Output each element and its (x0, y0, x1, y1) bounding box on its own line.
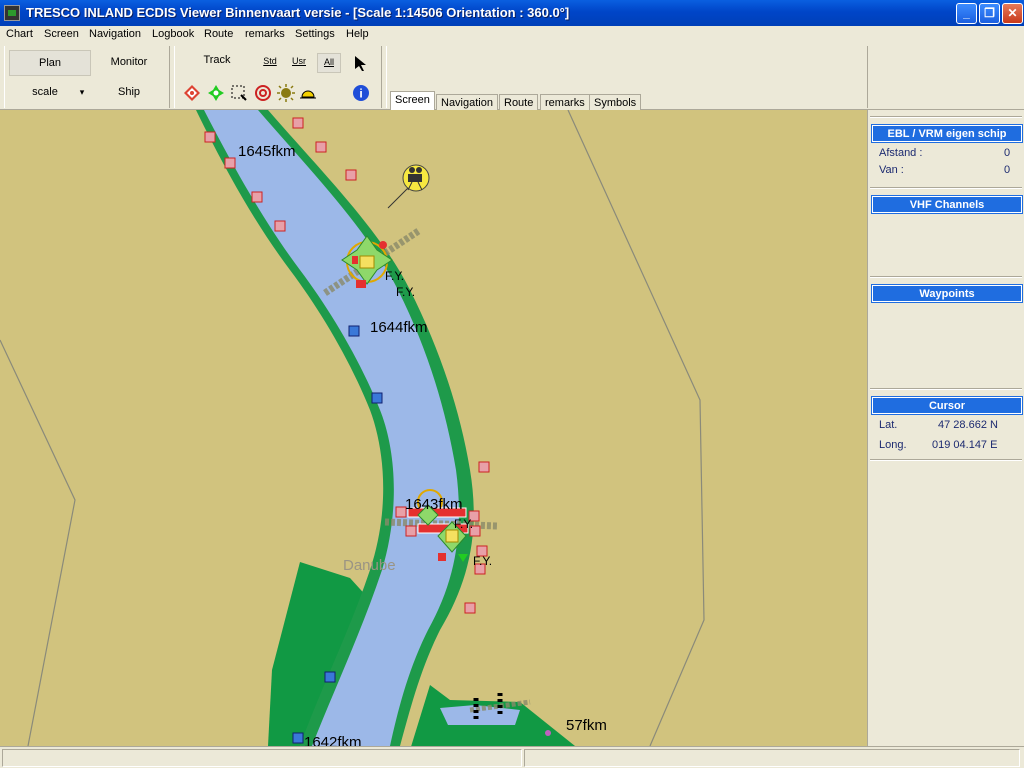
menu-remarks[interactable]: remarks (245, 28, 285, 40)
status-cell-main (2, 749, 522, 767)
plan-button[interactable]: Plan (9, 50, 91, 76)
km-label-1642: 1642fkm (304, 734, 362, 746)
menu-navigation[interactable]: Navigation (89, 28, 141, 40)
river-name-label: Danube (343, 557, 396, 574)
track-button[interactable]: Track (193, 54, 241, 66)
pointer-arrow-icon[interactable] (352, 54, 370, 72)
menu-chart[interactable]: Chart (6, 28, 33, 40)
menu-route[interactable]: Route (204, 28, 233, 40)
van-value: 0 (1004, 164, 1011, 176)
info-icon[interactable]: i (352, 84, 370, 102)
std-button[interactable]: Std (259, 56, 281, 66)
tab-screen[interactable]: Screen (390, 91, 435, 112)
dusk-icon[interactable] (299, 84, 317, 102)
status-bar (0, 746, 1024, 768)
menu-settings[interactable]: Settings (295, 28, 335, 40)
km-label-1644: 1644fkm (370, 319, 428, 336)
km-label-57: 57fkm (566, 717, 607, 734)
window-title: TRESCO INLAND ECDIS Viewer Binnenvaart v… (26, 5, 570, 20)
status-cell-secondary (524, 749, 1020, 767)
scale-dropdown-icon[interactable]: ▾ (77, 80, 87, 106)
km-label-1643: 1643fkm (405, 496, 463, 513)
chart-canvas[interactable]: 1645fkm 1644fkm 1643fkm 1642fkm 57fkm Da… (0, 110, 867, 746)
menu-logbook[interactable]: Logbook (152, 28, 194, 40)
chart-map[interactable]: 1645fkm 1644fkm 1643fkm 1642fkm 57fkm Da… (0, 110, 867, 746)
sun-day-icon[interactable] (277, 84, 295, 102)
light-label-fy-4: F.Y. (473, 554, 492, 568)
light-label-fy-1: F.Y. (385, 269, 404, 283)
vhf-channels-panel: VHF Channels (871, 195, 1023, 272)
maximize-button[interactable]: ❐ (979, 3, 1000, 24)
all-button[interactable]: All (317, 53, 341, 73)
lat-label: Lat. (879, 419, 898, 431)
lat-value: 47 28.662 N (938, 419, 998, 431)
night-moon-icon[interactable] (321, 84, 339, 102)
ship-button[interactable]: Ship (91, 80, 167, 106)
ebl-vrm-header[interactable]: EBL / VRM eigen schip (871, 124, 1023, 143)
menu-bar: Chart Screen Navigation Logbook Route re… (0, 26, 1024, 44)
mode-group: Plan Monitor scale ▾ Ship (4, 46, 170, 108)
usr-button[interactable]: Usr (288, 56, 310, 66)
waypoints-panel: Waypoints (871, 284, 1023, 385)
title-bar: TRESCO INLAND ECDIS Viewer Binnenvaart v… (0, 0, 1024, 26)
light-label-fy-3: F.Y. (454, 517, 473, 531)
cursor-header[interactable]: Cursor (871, 396, 1023, 415)
menu-screen[interactable]: Screen (44, 28, 79, 40)
pan-cross-green-icon[interactable] (207, 84, 225, 102)
long-label: Long. (879, 439, 907, 451)
side-panel: EBL / VRM eigen schip Afstand : 0 Van : … (867, 110, 1024, 746)
km-label-1645: 1645fkm (238, 143, 296, 160)
afstand-label: Afstand : (879, 147, 923, 159)
menu-help[interactable]: Help (346, 28, 369, 40)
display-group: Track Std Usr All i (174, 46, 382, 108)
waypoints-header[interactable]: Waypoints (871, 284, 1023, 303)
svg-text:i: i (359, 87, 362, 101)
target-icon[interactable] (254, 84, 272, 102)
afstand-value: 0 (1004, 147, 1011, 159)
close-button[interactable]: ✕ (1002, 3, 1023, 24)
kilometre-post-marker (545, 730, 551, 736)
long-value: 019 04.147 E (932, 439, 998, 451)
scale-button[interactable]: scale (9, 80, 81, 106)
zoom-select-icon[interactable] (230, 84, 248, 102)
monitor-button[interactable]: Monitor (91, 50, 167, 76)
van-label: Van : (879, 164, 904, 176)
app-icon[interactable] (4, 5, 20, 21)
light-label-fy-2: F.Y. (396, 285, 415, 299)
pan-cross-red-icon[interactable] (183, 84, 201, 102)
vhf-channels-header[interactable]: VHF Channels (871, 195, 1023, 214)
toolbar: Plan Monitor scale ▾ Ship Track Std Usr … (0, 44, 1024, 149)
minimize-button[interactable]: _ (956, 3, 977, 24)
ebl-vrm-panel: EBL / VRM eigen schip Afstand : 0 Van : … (871, 124, 1023, 185)
cursor-panel: Cursor Lat. 47 28.662 N Long. 019 04.147… (871, 396, 1023, 457)
